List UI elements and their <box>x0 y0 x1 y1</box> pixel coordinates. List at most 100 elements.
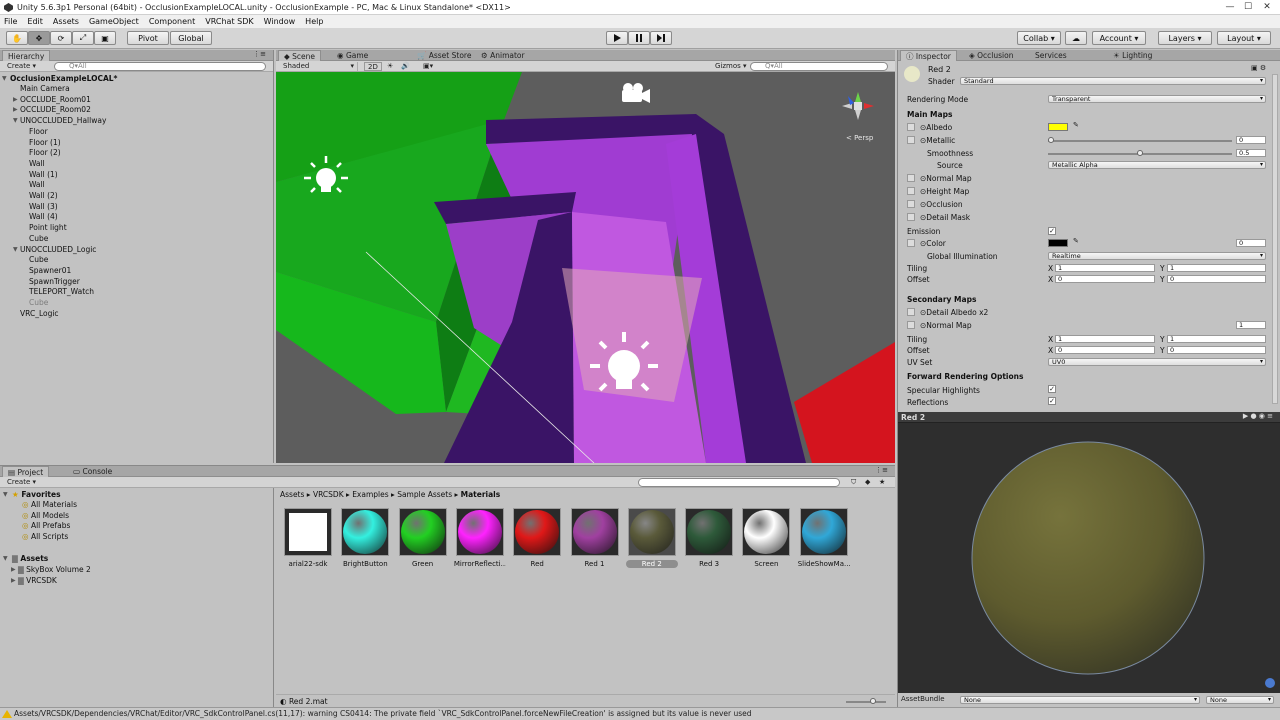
hand-tool-icon[interactable]: ✋ <box>6 31 28 45</box>
hierarchy-item[interactable]: Point light <box>29 223 67 232</box>
hierarchy-item[interactable]: Wall <box>29 180 45 189</box>
asset-bundle-dropdown[interactable]: None <box>960 696 1200 704</box>
global-illumination-dropdown[interactable]: Realtime <box>1048 252 1266 260</box>
account-dropdown[interactable]: Account ▾ <box>1092 31 1146 45</box>
hierarchy-scene-root[interactable]: ▼ OcclusionExampleLOCAL* <box>2 74 117 83</box>
rendering-mode-dropdown[interactable]: Transparent <box>1048 95 1266 103</box>
smoothness-slider-knob[interactable] <box>1137 150 1143 156</box>
favorite-item[interactable]: ◎ All Scripts <box>22 532 68 541</box>
sec-tiling-x-field[interactable]: 1 <box>1055 335 1155 343</box>
sec-offset-x-field[interactable]: 0 <box>1055 346 1155 354</box>
menu-gameobject[interactable]: GameObject <box>89 17 139 26</box>
tab-occlusion[interactable]: ◈ Occlusion <box>964 50 1018 61</box>
filter-type-icon[interactable]: ⛉ <box>848 478 859 487</box>
offset-y-field[interactable]: 0 <box>1167 275 1266 283</box>
sec-offset-y-field[interactable]: 0 <box>1167 346 1266 354</box>
hierarchy-item[interactable]: Wall <box>29 159 45 168</box>
menu-file[interactable]: File <box>4 17 17 26</box>
pivot-toggle[interactable]: Pivot <box>127 31 169 45</box>
metallic-slider[interactable] <box>1048 140 1232 142</box>
audio-toggle-icon[interactable]: 🔊 <box>398 62 413 71</box>
favorites-toggle-icon[interactable]: ▼ <box>3 491 8 498</box>
minimize-icon[interactable]: — <box>1222 0 1238 15</box>
hierarchy-search-input[interactable]: Q▾All <box>54 62 266 71</box>
preview-sphere[interactable] <box>898 424 1280 694</box>
tab-game[interactable]: ◉ Game <box>332 50 373 61</box>
reflections-checkbox[interactable]: ✓ <box>1048 397 1056 405</box>
hierarchy-item[interactable]: Wall (4) <box>29 212 58 221</box>
shader-dropdown[interactable]: Standard <box>960 77 1266 85</box>
metallic-texture-slot[interactable] <box>907 136 915 144</box>
smoothness-field[interactable]: 0.5 <box>1236 149 1266 157</box>
metallic-field[interactable]: 0 <box>1236 136 1266 144</box>
scale-tool-icon[interactable]: ⤢ <box>72 31 94 45</box>
help-icon[interactable]: ▣ ⚙ <box>1248 64 1269 73</box>
uv-set-dropdown[interactable]: UV0 <box>1048 358 1266 366</box>
tab-hierarchy[interactable]: Hierarchy <box>2 50 51 61</box>
expand-toggle-icon[interactable]: ▶ <box>13 96 18 103</box>
asset-folder-item[interactable]: ▶ ▇ VRCSDK <box>11 576 57 585</box>
breadcrumb-item[interactable]: VRCSDK <box>313 490 344 499</box>
asset-folder-item[interactable]: ▶ ▇ SkyBox Volume 2 <box>11 565 91 574</box>
project-menu-icon[interactable]: ⋮≡ <box>872 466 891 475</box>
cloud-icon[interactable]: ☁ <box>1065 31 1087 45</box>
expand-toggle-icon[interactable]: ▶ <box>13 106 18 113</box>
hierarchy-item[interactable]: Main Camera <box>20 84 70 93</box>
menu-help[interactable]: Help <box>305 17 323 26</box>
emission-checkbox[interactable]: ✓ <box>1048 227 1056 235</box>
occlusion-slot[interactable] <box>907 200 915 208</box>
hierarchy-item[interactable]: Wall (2) <box>29 191 58 200</box>
maximize-icon[interactable]: ☐ <box>1240 0 1256 15</box>
layout-dropdown[interactable]: Layout ▾ <box>1217 31 1271 45</box>
favorite-star-icon[interactable]: ★ <box>876 478 888 487</box>
tab-asset-store[interactable]: 🛒 Asset Store <box>412 50 476 61</box>
favorites-label[interactable]: ★ Favorites <box>12 490 61 499</box>
material-asset[interactable]: arial22-sdk <box>282 508 334 568</box>
detail-mask-slot[interactable] <box>907 213 915 221</box>
persp-label[interactable]: < Persp <box>846 134 874 142</box>
hierarchy-item[interactable]: ▼ UNOCCLUDED_Logic <box>13 245 96 254</box>
scene-viewport[interactable]: < Persp <box>276 72 895 463</box>
scene-search-input[interactable]: Q▾All <box>750 62 888 71</box>
menu-window[interactable]: Window <box>264 17 296 26</box>
breadcrumb-item[interactable]: Sample Assets <box>397 490 452 499</box>
favorite-item[interactable]: ◎ All Materials <box>22 500 77 509</box>
hierarchy-item[interactable]: ▶ OCCLUDE_Room01 <box>13 95 91 104</box>
play-button[interactable] <box>606 31 628 45</box>
preview-settings-icon[interactable] <box>1265 678 1275 688</box>
sec-tiling-y-field[interactable]: 1 <box>1167 335 1266 343</box>
normal-map-slot[interactable] <box>907 174 915 182</box>
step-button[interactable] <box>650 31 672 45</box>
secondary-normal-field[interactable]: 1 <box>1236 321 1266 329</box>
menu-component[interactable]: Component <box>149 17 195 26</box>
detail-albedo-slot[interactable] <box>907 308 915 316</box>
hierarchy-item[interactable]: Floor <box>29 127 48 136</box>
favorite-item[interactable]: ◎ All Models <box>22 511 69 520</box>
material-asset[interactable]: Red <box>511 508 563 568</box>
asset-bundle-variant-dropdown[interactable]: None <box>1206 696 1274 704</box>
menu-assets[interactable]: Assets <box>53 17 79 26</box>
material-asset[interactable]: Red 2 <box>625 508 678 568</box>
collab-button[interactable]: Collab ▾ <box>1017 31 1061 45</box>
material-asset[interactable]: Red 3 <box>683 508 735 568</box>
menu-edit[interactable]: Edit <box>27 17 43 26</box>
scene-expand-icon[interactable]: ▼ <box>2 75 7 82</box>
material-asset[interactable]: Screen <box>740 508 792 568</box>
hierarchy-item[interactable]: SpawnTrigger <box>29 277 80 286</box>
offset-x-field[interactable]: 0 <box>1055 275 1155 283</box>
breadcrumb-item[interactable]: Examples <box>352 490 388 499</box>
close-icon[interactable]: ✕ <box>1259 0 1275 15</box>
menu-vrchat-sdk[interactable]: VRChat SDK <box>205 17 253 26</box>
status-bar[interactable]: Assets/VRCSDK/Dependencies/VRChat/Editor… <box>0 707 1280 720</box>
tab-console[interactable]: ▭ Console <box>68 466 117 477</box>
emission-color-swatch[interactable] <box>1048 239 1068 247</box>
specular-highlights-checkbox[interactable]: ✓ <box>1048 385 1056 393</box>
move-tool-icon[interactable]: ✥ <box>28 31 50 45</box>
secondary-normal-slot[interactable] <box>907 321 915 329</box>
emission-field[interactable]: 0 <box>1236 239 1266 247</box>
rotate-tool-icon[interactable]: ⟳ <box>50 31 72 45</box>
hierarchy-item[interactable]: Floor (2) <box>29 148 61 157</box>
breadcrumb-item[interactable]: Assets <box>280 490 304 499</box>
tab-lighting[interactable]: ☀ Lighting <box>1108 50 1157 61</box>
eyedropper-icon[interactable]: ✎ <box>1070 121 1082 130</box>
